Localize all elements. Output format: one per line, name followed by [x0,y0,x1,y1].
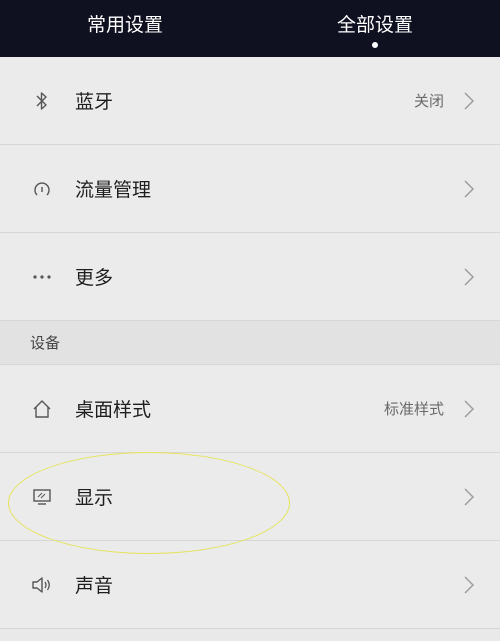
tab-all-settings[interactable]: 全部设置 [250,0,500,57]
chevron-right-icon [464,268,474,285]
row-label: 声音 [75,575,114,597]
row-label: 蓝牙 [75,91,114,113]
section-title: 设备 [30,334,61,352]
settings-row-display[interactable]: 显示 [0,453,500,541]
section-header-device: 设备 [0,321,500,365]
tab-label: 全部设置 [336,14,413,36]
settings-row-sound[interactable]: 声音 [0,541,500,629]
chevron-right-icon [464,400,474,417]
settings-screen: 常用设置 全部设置 蓝牙 关闭 流量管理 更多 设备 桌面样式 标准样式 显示 … [0,0,500,641]
data-usage-icon [30,177,54,201]
chevron-right-icon [464,488,474,505]
settings-row-more[interactable]: 更多 [0,233,500,321]
tab-bar: 常用设置 全部设置 [0,0,500,57]
settings-list: 蓝牙 关闭 流量管理 更多 设备 桌面样式 标准样式 显示 声音 [0,57,500,629]
settings-row-desktop-style[interactable]: 桌面样式 标准样式 [0,365,500,453]
chevron-right-icon [464,576,474,593]
display-icon [30,485,54,509]
settings-row-data-usage[interactable]: 流量管理 [0,145,500,233]
tab-label: 常用设置 [86,14,163,36]
row-label: 流量管理 [75,179,152,201]
row-label: 桌面样式 [75,399,152,421]
tab-common-settings[interactable]: 常用设置 [0,0,250,57]
bluetooth-icon [30,89,54,113]
home-icon [30,397,54,421]
row-label: 显示 [75,487,114,509]
more-dots-icon [30,265,54,289]
active-tab-indicator [372,42,378,48]
chevron-right-icon [464,180,474,197]
speaker-icon [30,573,54,597]
chevron-right-icon [464,92,474,109]
row-label: 更多 [75,267,114,289]
row-value: 关闭 [413,92,444,110]
settings-row-bluetooth[interactable]: 蓝牙 关闭 [0,57,500,145]
row-value: 标准样式 [383,400,444,418]
